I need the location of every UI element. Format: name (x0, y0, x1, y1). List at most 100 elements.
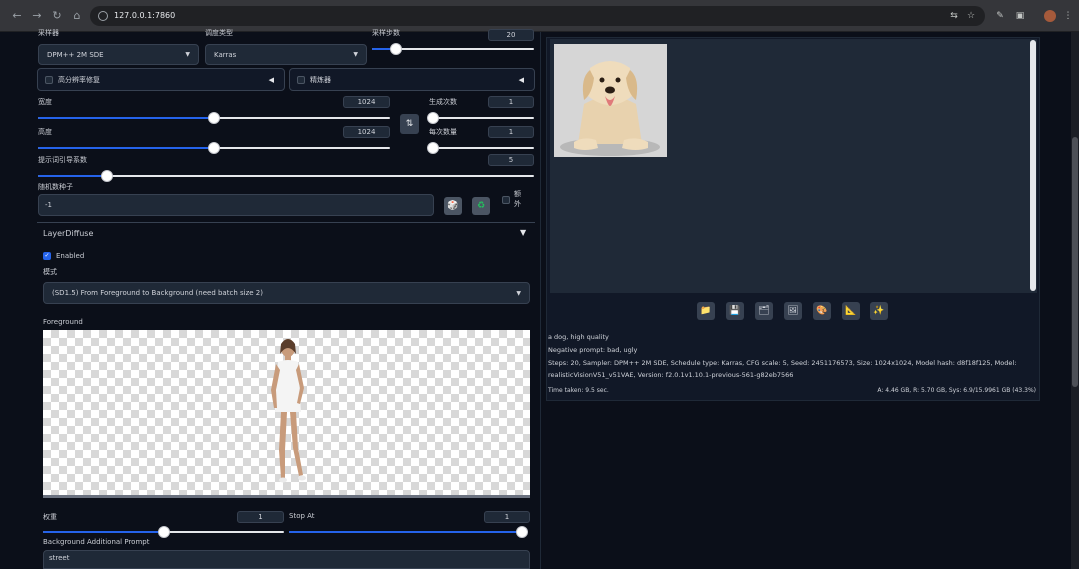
steps-input[interactable]: 20 (488, 29, 534, 41)
page-scrollbar[interactable] (1071, 32, 1079, 569)
hires-fix-checkbox[interactable] (45, 76, 53, 84)
batch-count-slider-handle[interactable] (427, 112, 439, 124)
translate-icon[interactable]: ⇆ (948, 10, 960, 22)
sparkle-icon: ✨ (873, 306, 885, 316)
reload-icon[interactable]: ↻ (50, 9, 64, 23)
swap-dimensions-button[interactable]: ⇅ (400, 114, 419, 134)
collapse-triangle-icon: ◀ (518, 76, 524, 84)
profile-avatar[interactable] (1044, 10, 1056, 22)
chevron-down-icon: ▼ (353, 51, 358, 58)
width-slider-fill (38, 117, 214, 119)
open-folder-button[interactable]: 📁 (697, 302, 715, 320)
extra-seed-checkbox[interactable] (502, 196, 510, 204)
refiner-checkbox[interactable] (297, 76, 305, 84)
swap-icon: ⇅ (405, 119, 414, 129)
batch-size-slider[interactable] (427, 142, 534, 154)
steps-label: 采样步数 (372, 29, 400, 37)
ruler-icon: 📐 (845, 306, 857, 316)
foreground-figure-image (271, 339, 306, 483)
bg-prompt-textarea[interactable]: street (43, 550, 530, 569)
cfg-scale-slider-fill (38, 175, 108, 177)
stop-at-slider[interactable] (289, 526, 528, 538)
bookmark-star-icon[interactable]: ☆ (965, 10, 977, 22)
height-slider-fill (38, 147, 214, 149)
width-label: 宽度 (38, 98, 52, 106)
back-icon[interactable]: ← (10, 9, 24, 23)
batch-count-label: 生成次数 (429, 98, 457, 106)
cfg-scale-slider[interactable] (38, 170, 534, 182)
sampler-label: 采样器 (38, 29, 59, 37)
width-input[interactable]: 1024 (343, 96, 390, 108)
send-to-img2img-button[interactable]: 🖼 (784, 302, 802, 320)
chevron-down-icon: ▼ (185, 51, 190, 58)
stop-at-input[interactable]: 1 (484, 511, 530, 523)
output-thumbnail[interactable] (554, 44, 667, 157)
site-info-icon[interactable] (98, 11, 108, 21)
stop-at-slider-fill (289, 531, 526, 533)
chevron-down-icon: ▼ (516, 290, 521, 297)
reuse-seed-button[interactable]: ♻ (472, 197, 490, 215)
output-negative-prompt: Negative prompt: bad, ugly (548, 346, 638, 354)
recycle-icon: ♻ (476, 201, 486, 211)
stop-at-slider-handle[interactable] (516, 526, 528, 538)
weight-slider-fill (43, 531, 164, 533)
time-taken: Time taken: 9.5 sec. (548, 387, 609, 394)
width-slider-handle[interactable] (208, 112, 220, 124)
page-scrollbar-thumb[interactable] (1072, 137, 1078, 387)
extensions-icon[interactable]: ✎ (994, 10, 1006, 22)
random-seed-button[interactable]: 🎲 (444, 197, 462, 215)
weight-label: 权重 (43, 513, 57, 521)
layerdiffuse-title: LayerDiffuse (43, 229, 94, 238)
bg-prompt-value: street (49, 554, 70, 562)
schedule-type-dropdown[interactable]: Karras ▼ (205, 44, 367, 65)
batch-count-slider[interactable] (427, 112, 534, 124)
hires-fix-accordion[interactable]: 高分辨率修复 ◀ (37, 68, 285, 91)
cfg-scale-input[interactable]: 5 (488, 154, 534, 166)
height-slider[interactable] (38, 142, 390, 154)
home-icon[interactable]: ⌂ (70, 9, 84, 23)
vram-usage: A: 4.46 GB, R: 5.70 GB, Sys: 6.9/15.9961… (877, 387, 1036, 394)
forward-icon[interactable]: → (30, 9, 44, 23)
gallery-scrollbar[interactable] (1030, 40, 1036, 291)
zip-button[interactable]: 🗂 (755, 302, 773, 320)
refiner-accordion[interactable]: 精炼器 ◀ (289, 68, 535, 91)
method-dropdown[interactable]: (SD1.5) From Foreground to Background (n… (43, 282, 530, 304)
output-params-line-1: Steps: 20, Sampler: DPM++ 2M SDE, Schedu… (548, 359, 1017, 367)
collapse-triangle-icon: ◀ (268, 76, 274, 84)
height-label: 高度 (38, 128, 52, 136)
extra-seed-label: 额外 (514, 190, 521, 208)
upscale-button[interactable]: ✨ (870, 302, 888, 320)
output-prompt: a dog, high quality (548, 333, 609, 341)
canvas-border (43, 495, 530, 498)
image-icon: 🖼 (787, 306, 799, 316)
weight-input[interactable]: 1 (237, 511, 284, 523)
dog-image (554, 44, 667, 157)
height-input[interactable]: 1024 (343, 126, 390, 138)
seed-label: 随机数种子 (38, 183, 73, 191)
hires-fix-label: 高分辨率修复 (58, 76, 100, 84)
address-bar[interactable]: 127.0.0.1:7860 (90, 6, 985, 26)
refiner-label: 精炼器 (310, 76, 331, 84)
batch-size-slider-handle[interactable] (427, 142, 439, 154)
expand-triangle-icon[interactable]: ▼ (520, 228, 526, 237)
foreground-image-canvas[interactable] (43, 330, 530, 495)
menu-icon[interactable]: ⋮ (1062, 10, 1074, 22)
url-text: 127.0.0.1:7860 (114, 11, 176, 20)
sampler-dropdown[interactable]: DPM++ 2M SDE ▼ (38, 44, 199, 65)
bg-prompt-label: Background Additional Prompt (43, 538, 150, 546)
send-to-extras-button[interactable]: 📐 (842, 302, 860, 320)
palette-icon: 🎨 (816, 306, 828, 316)
width-slider[interactable] (38, 112, 390, 124)
batch-size-input[interactable]: 1 (488, 126, 534, 138)
height-slider-handle[interactable] (208, 142, 220, 154)
weight-slider[interactable] (43, 526, 284, 538)
save-button[interactable]: 💾 (726, 302, 744, 320)
save-icon: 💾 (729, 306, 741, 316)
seed-input[interactable]: -1 (38, 194, 434, 216)
send-to-inpaint-button[interactable]: 🎨 (813, 302, 831, 320)
steps-slider[interactable] (372, 43, 534, 55)
tab-search-icon[interactable]: ▣ (1014, 10, 1026, 22)
batch-count-input[interactable]: 1 (488, 96, 534, 108)
enabled-checkbox[interactable]: ✓ (43, 252, 51, 260)
weight-slider-handle[interactable] (157, 526, 170, 538)
